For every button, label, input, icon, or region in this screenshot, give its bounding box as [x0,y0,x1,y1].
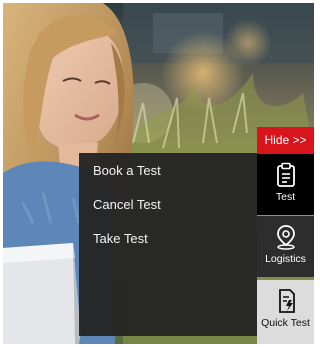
menu-item-cancel-test[interactable]: Cancel Test [79,197,257,231]
tab-logistics[interactable]: Logistics [257,216,314,277]
menu-item-book-a-test[interactable]: Book a Test [79,163,257,197]
quick-test-icon [278,289,295,313]
tab-quick-test-label: Quick Test [261,317,310,329]
menu-item-take-test[interactable]: Take Test [79,231,257,265]
tab-logistics-label: Logistics [265,253,306,265]
location-pin-icon [276,225,295,250]
clipboard-icon [276,162,295,187]
hero-banner: Book a Test Cancel Test Take Test Hide >… [3,3,314,344]
side-tab-bar: Test Logistics Quick Test [257,154,314,344]
hide-button[interactable]: Hide >> [257,127,314,154]
tab-test[interactable]: Test [257,154,314,215]
tab-test-label: Test [275,191,296,203]
tab-quick-test[interactable]: Quick Test [257,280,314,344]
test-menu-panel: Book a Test Cancel Test Take Test [79,153,257,336]
